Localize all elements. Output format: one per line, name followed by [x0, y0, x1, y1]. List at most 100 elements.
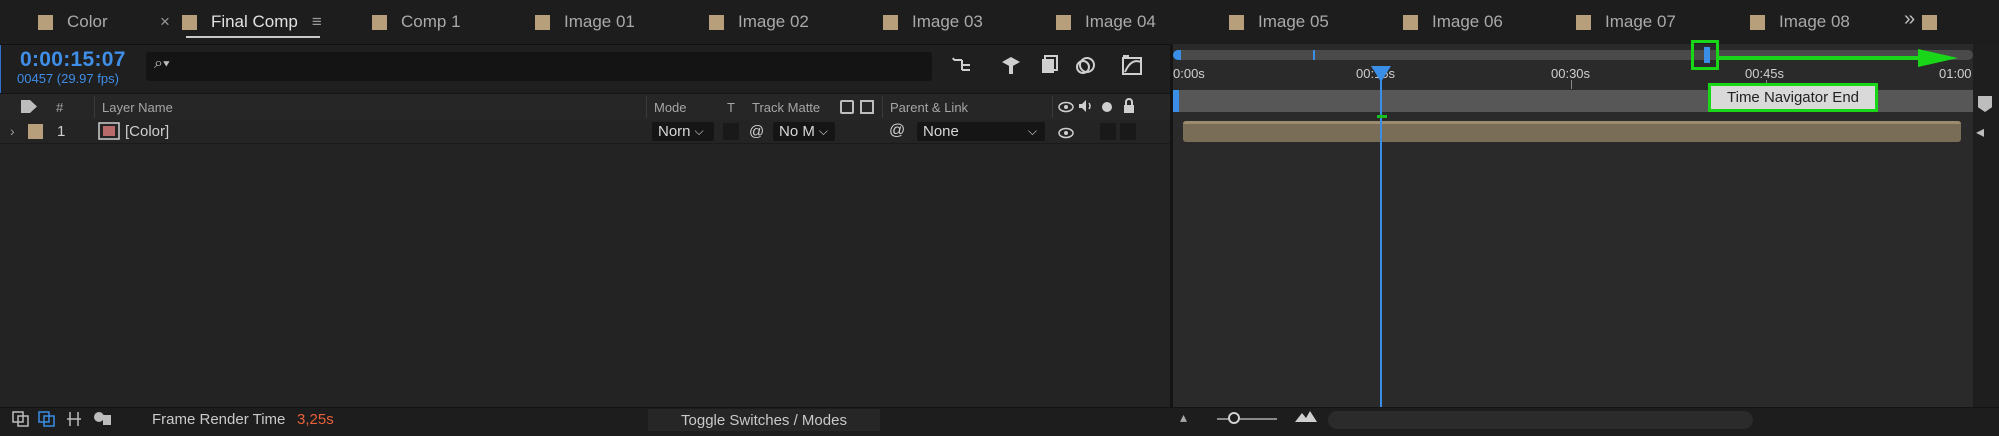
layer-label-swatch[interactable] [28, 124, 43, 139]
search-icon: ⌕▾ [154, 55, 170, 72]
tab-image-04[interactable]: Image 04 [1056, 0, 1156, 44]
tab-label: Image 08 [1779, 12, 1850, 31]
tab-image-02[interactable]: Image 02 [709, 0, 809, 44]
precomp-icon [98, 122, 120, 145]
ruler-tick [1571, 80, 1572, 89]
graph-editor-icon[interactable] [1120, 52, 1146, 78]
chevron-down-icon: ⌵ [818, 124, 828, 138]
label-color-swatch [372, 14, 387, 30]
mode-dropdown[interactable]: Norn ⌵ [652, 122, 714, 141]
frame-render-time-value: 3,25s [297, 411, 334, 428]
tab-image-07[interactable]: Image 07 [1576, 0, 1676, 44]
zoom-in-icon[interactable] [1293, 408, 1319, 428]
pick-whip-icon[interactable]: @ [889, 122, 905, 140]
tab-image-03[interactable]: Image 03 [883, 0, 983, 44]
label-color-swatch [38, 14, 53, 30]
motion-blur-icon[interactable] [1074, 52, 1100, 78]
layer-marker-icon[interactable]: ◂ [1976, 122, 1984, 142]
composition-flowchart-icon[interactable] [950, 52, 976, 78]
frame-render-time-label: Frame Render Time [152, 411, 286, 428]
chevron-down-icon: ⌵ [694, 124, 704, 138]
timeline-right-edge: ◂ [1973, 44, 1999, 407]
chevron-down-icon: ⌵ [1027, 124, 1037, 138]
current-time-indicator-head[interactable] [1371, 66, 1391, 82]
close-icon[interactable]: × [160, 12, 170, 32]
label-color-swatch [1576, 14, 1591, 30]
comp-marker-bin-icon[interactable] [1978, 96, 1992, 112]
panel-menu-icon[interactable]: ≡ [312, 12, 322, 32]
tab-comp-1[interactable]: Comp 1 [372, 0, 461, 44]
layer-search-input[interactable] [146, 52, 932, 81]
eye-icon[interactable] [1058, 100, 1074, 118]
toggle-switches-modes-button[interactable]: Toggle Switches / Modes [648, 409, 880, 431]
label-color-swatch [1229, 14, 1244, 30]
solo-toggle[interactable] [1100, 123, 1116, 140]
time-navigator-end-highlight [1691, 40, 1719, 70]
label-color-swatch [1922, 14, 1937, 30]
render-time-icon[interactable] [92, 411, 112, 431]
layer-name[interactable]: [Color] [125, 123, 169, 140]
layer-row[interactable]: › 1 [Color] Norn ⌵ @ No M ⌵ @ None ⌵ [0, 120, 1170, 144]
tab-image-01[interactable]: Image 01 [535, 0, 635, 44]
audio-speaker-icon[interactable] [1078, 99, 1094, 118]
track-matte-dropdown[interactable]: No M ⌵ [773, 122, 835, 141]
timeline-scrollbar[interactable] [1328, 411, 1753, 429]
column-parent-link: Parent & Link [890, 100, 969, 115]
column-divider [646, 96, 647, 118]
in-out-duration-icon[interactable] [66, 411, 82, 431]
tab-image-05[interactable]: Image 05 [1229, 0, 1329, 44]
tab-label: Color [67, 12, 108, 31]
label-tag-icon[interactable] [20, 99, 38, 119]
label-color-swatch [535, 14, 550, 30]
column-divider [1052, 96, 1053, 118]
tab-label: Image 05 [1258, 12, 1329, 31]
tab-overflow-swatch[interactable] [1922, 0, 1951, 44]
layer-duration-bar[interactable] [1183, 121, 1961, 142]
work-area-start-handle[interactable] [1173, 90, 1179, 112]
tab-label: Image 02 [738, 12, 809, 31]
zoom-slider-knob[interactable] [1228, 412, 1240, 424]
parent-dropdown[interactable]: None ⌵ [917, 122, 1045, 141]
preserve-transparency-toggle[interactable] [723, 123, 739, 140]
tab-label: Comp 1 [401, 12, 461, 31]
matte-link-icon[interactable]: @ [749, 123, 764, 140]
zoom-out-icon[interactable]: ▴ [1180, 409, 1187, 426]
shy-layers-icon[interactable] [1036, 52, 1062, 78]
label-color-swatch [709, 14, 724, 30]
alpha-matte-icon[interactable] [840, 100, 854, 114]
frame-count-display: 00457 (29.97 fps) [17, 71, 119, 86]
parent-value: None [923, 123, 959, 140]
current-time-display[interactable]: 0:00:15:07 [20, 48, 126, 72]
tab-image-06[interactable]: Image 06 [1403, 0, 1503, 44]
current-time-indicator-line[interactable] [1380, 80, 1382, 407]
layer-visibility-eye-icon[interactable] [1058, 126, 1074, 144]
tab-label: Image 07 [1605, 12, 1676, 31]
tab-color[interactable]: Color [38, 0, 108, 44]
layer-outline-area [0, 144, 1170, 407]
tab-image-08[interactable]: Image 08 [1750, 0, 1850, 44]
time-navigator-start[interactable] [1173, 50, 1181, 60]
lock-icon[interactable] [1122, 98, 1136, 119]
lock-toggle[interactable] [1120, 123, 1136, 140]
draft-3d-icon[interactable] [998, 52, 1024, 78]
label-color-swatch [1750, 14, 1765, 30]
label-color-swatch [883, 14, 898, 30]
ruler-label: 0:00s [1173, 66, 1205, 81]
tab-label: Image 06 [1432, 12, 1503, 31]
track-matte-value: No M [779, 123, 815, 140]
active-tab-underline [186, 36, 320, 38]
layer-column-header: # Layer Name Mode T Track Matte Parent &… [0, 93, 1170, 121]
layer-switches-icon[interactable] [12, 411, 30, 431]
expand-chevron-icon[interactable]: › [10, 123, 15, 139]
column-number: # [56, 100, 64, 115]
solo-icon[interactable] [1102, 102, 1112, 112]
tabs-overflow-icon[interactable]: » [1904, 8, 1915, 31]
zoom-slider-track[interactable] [1217, 418, 1277, 420]
transfer-controls-icon[interactable] [38, 411, 56, 431]
drag-arrow-head [1918, 49, 1958, 67]
ruler-label: 00:30s [1551, 66, 1591, 81]
drag-arrow-shaft [1719, 56, 1923, 60]
column-layer-name[interactable]: Layer Name [102, 100, 173, 115]
invert-matte-icon[interactable] [860, 100, 874, 114]
label-color-swatch [1056, 14, 1071, 30]
